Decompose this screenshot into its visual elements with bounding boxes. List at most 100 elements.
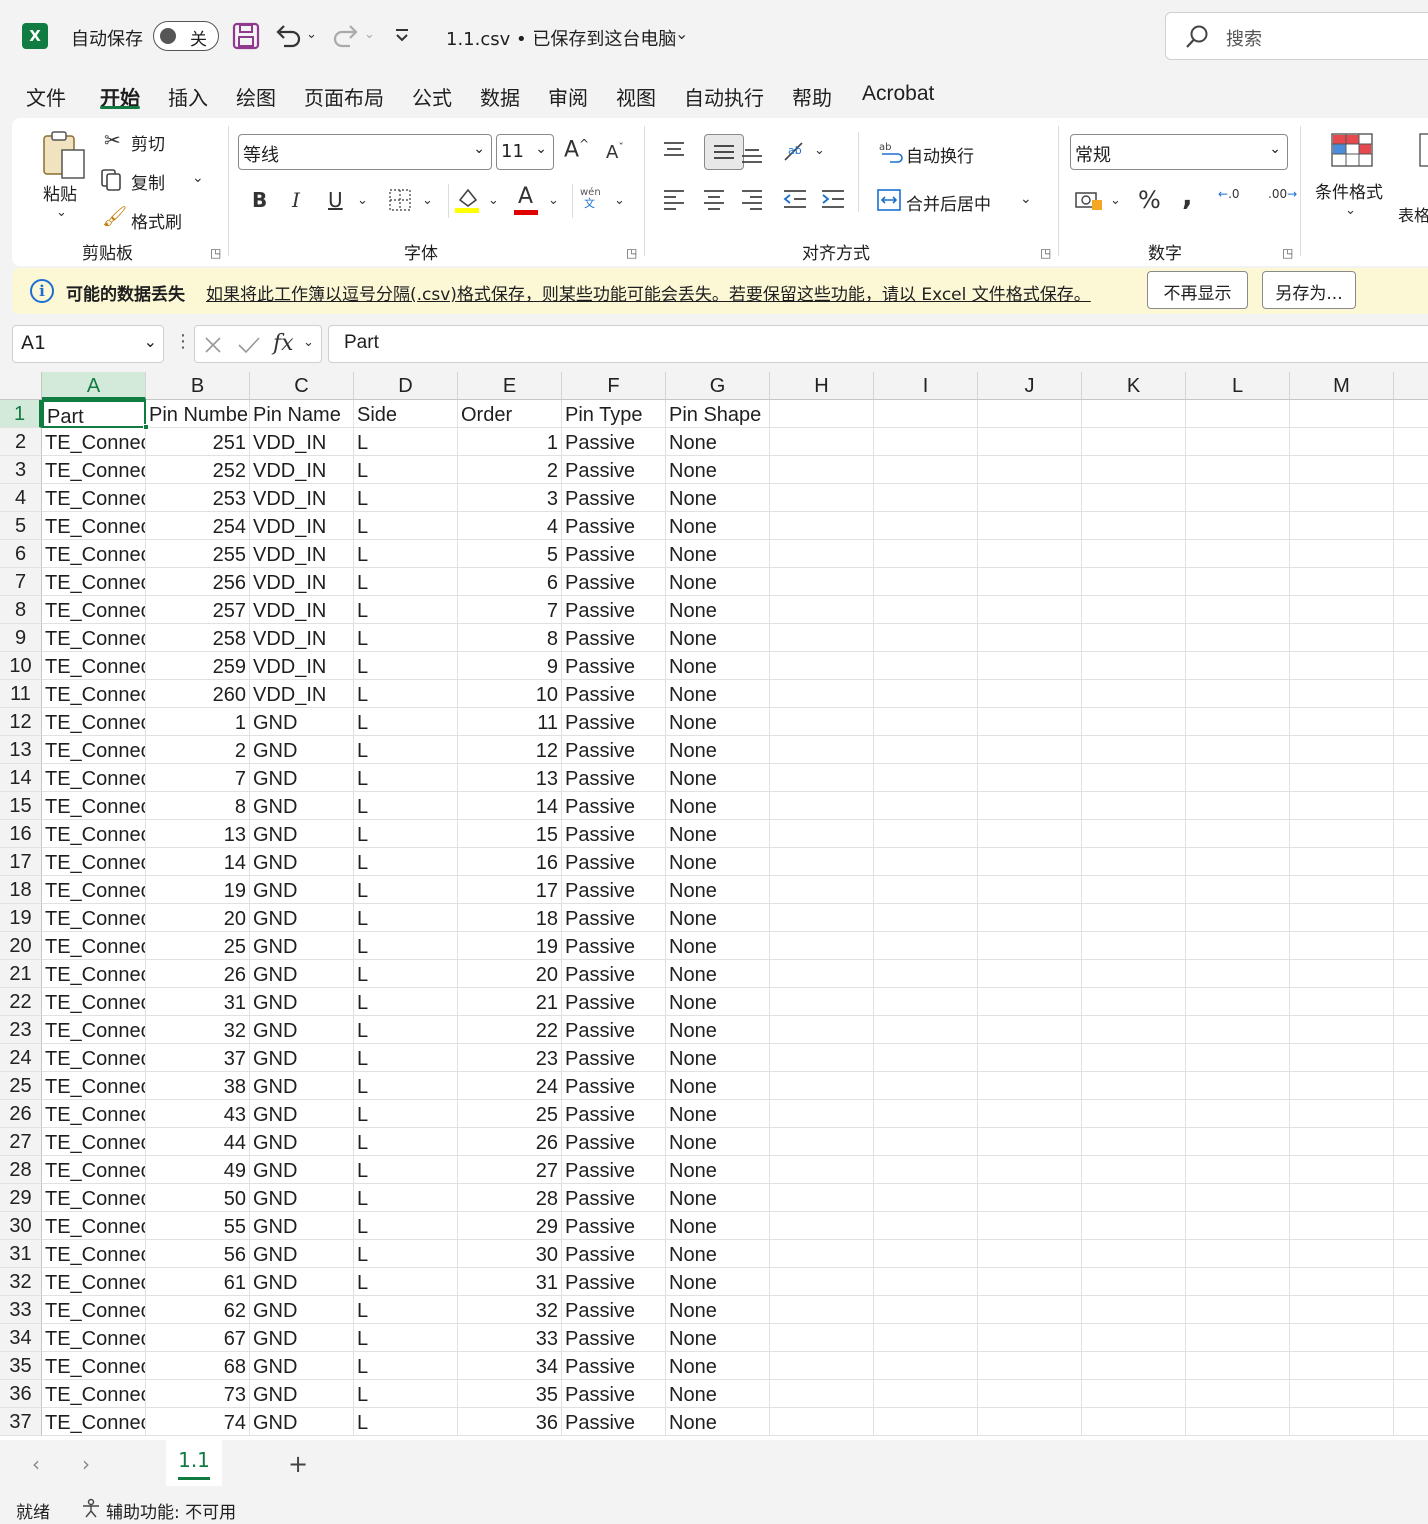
cancel-icon[interactable] bbox=[203, 335, 223, 355]
cell[interactable] bbox=[978, 1240, 1082, 1268]
cell[interactable] bbox=[1186, 1240, 1290, 1268]
cell[interactable] bbox=[1186, 708, 1290, 736]
cell[interactable]: Order bbox=[458, 400, 562, 428]
cell[interactable]: TE_Connec bbox=[42, 820, 146, 848]
cell[interactable] bbox=[874, 540, 978, 568]
cell[interactable] bbox=[978, 568, 1082, 596]
fx-dropdown-icon[interactable]: ⌄ bbox=[303, 336, 314, 349]
wrap-text-icon[interactable]: ab bbox=[878, 140, 904, 164]
cell[interactable]: Passive bbox=[562, 764, 666, 792]
cell[interactable] bbox=[874, 1296, 978, 1324]
cell[interactable] bbox=[1394, 540, 1428, 568]
cell[interactable]: Passive bbox=[562, 1324, 666, 1352]
cell[interactable] bbox=[874, 484, 978, 512]
cell[interactable]: TE_Connec bbox=[42, 512, 146, 540]
cell[interactable] bbox=[1186, 1352, 1290, 1380]
column-header[interactable]: M bbox=[1290, 372, 1394, 400]
cell[interactable]: 17 bbox=[458, 876, 562, 904]
cell[interactable] bbox=[770, 708, 874, 736]
cell[interactable] bbox=[1186, 988, 1290, 1016]
cell[interactable] bbox=[1082, 512, 1186, 540]
cell[interactable] bbox=[874, 1100, 978, 1128]
cell[interactable] bbox=[1290, 1408, 1394, 1436]
cell[interactable]: None bbox=[666, 680, 770, 708]
cell[interactable]: L bbox=[354, 1016, 458, 1044]
number-format-select[interactable]: 常规 ⌄ bbox=[1070, 134, 1288, 170]
cell[interactable]: L bbox=[354, 456, 458, 484]
cell[interactable]: L bbox=[354, 1408, 458, 1436]
cell[interactable] bbox=[874, 820, 978, 848]
cell[interactable] bbox=[978, 1044, 1082, 1072]
row-header[interactable]: 25 bbox=[0, 1072, 42, 1100]
cell[interactable] bbox=[770, 1128, 874, 1156]
cell[interactable]: None bbox=[666, 1296, 770, 1324]
cell[interactable] bbox=[874, 792, 978, 820]
cell[interactable] bbox=[874, 652, 978, 680]
cell[interactable] bbox=[1186, 456, 1290, 484]
cell[interactable] bbox=[770, 1016, 874, 1044]
cell[interactable]: TE_Connec bbox=[42, 764, 146, 792]
cell[interactable]: GND bbox=[250, 764, 354, 792]
cell[interactable] bbox=[1186, 540, 1290, 568]
format-as-table-button[interactable]: 表格 bbox=[1398, 202, 1428, 226]
underline-button[interactable]: U bbox=[328, 190, 343, 210]
row-header[interactable]: 17 bbox=[0, 848, 42, 876]
clipboard-launcher-icon[interactable]: ◳ bbox=[210, 246, 221, 260]
cell[interactable]: 253 bbox=[146, 484, 250, 512]
cell[interactable]: GND bbox=[250, 1212, 354, 1240]
cell[interactable] bbox=[1082, 1072, 1186, 1100]
cell[interactable] bbox=[1082, 400, 1186, 428]
cell[interactable] bbox=[874, 960, 978, 988]
cell[interactable]: TE_Connec bbox=[42, 568, 146, 596]
cell[interactable]: 74 bbox=[146, 1408, 250, 1436]
cell[interactable] bbox=[1082, 1324, 1186, 1352]
cell[interactable] bbox=[770, 1268, 874, 1296]
cell[interactable]: Passive bbox=[562, 652, 666, 680]
cell[interactable] bbox=[1082, 484, 1186, 512]
cell[interactable] bbox=[770, 596, 874, 624]
cell[interactable] bbox=[1082, 708, 1186, 736]
cell[interactable] bbox=[1082, 736, 1186, 764]
cell[interactable]: Passive bbox=[562, 484, 666, 512]
cell[interactable]: TE_Connec bbox=[42, 848, 146, 876]
cell[interactable]: GND bbox=[250, 1072, 354, 1100]
name-box[interactable]: A1 ⌄ bbox=[12, 325, 164, 363]
cell[interactable]: 43 bbox=[146, 1100, 250, 1128]
cell[interactable] bbox=[978, 1352, 1082, 1380]
cell[interactable]: 259 bbox=[146, 652, 250, 680]
more-options-icon[interactable]: ⋮ bbox=[174, 333, 192, 351]
column-header[interactable]: K bbox=[1082, 372, 1186, 400]
cell[interactable]: None bbox=[666, 792, 770, 820]
cell[interactable] bbox=[1082, 1156, 1186, 1184]
tab-help[interactable]: 帮助 bbox=[792, 82, 832, 111]
row-header[interactable]: 27 bbox=[0, 1128, 42, 1156]
cell[interactable] bbox=[1290, 736, 1394, 764]
cell[interactable]: 1 bbox=[458, 428, 562, 456]
cell[interactable]: 28 bbox=[458, 1184, 562, 1212]
cut-button[interactable]: 剪切 bbox=[131, 130, 165, 155]
cell[interactable] bbox=[978, 512, 1082, 540]
cell[interactable]: 31 bbox=[146, 988, 250, 1016]
cell[interactable]: Passive bbox=[562, 624, 666, 652]
row-header[interactable]: 33 bbox=[0, 1296, 42, 1324]
row-header[interactable]: 23 bbox=[0, 1016, 42, 1044]
cell[interactable] bbox=[770, 792, 874, 820]
cell[interactable]: TE_Connec bbox=[42, 428, 146, 456]
cell[interactable] bbox=[874, 1044, 978, 1072]
cell[interactable]: TE_Connec bbox=[42, 932, 146, 960]
align-left-icon[interactable] bbox=[662, 188, 686, 210]
cell[interactable] bbox=[1394, 1016, 1428, 1044]
cell[interactable]: TE_Connec bbox=[42, 960, 146, 988]
cell[interactable]: 7 bbox=[146, 764, 250, 792]
cell[interactable] bbox=[1394, 792, 1428, 820]
fill-handle[interactable] bbox=[143, 424, 149, 430]
row-header[interactable]: 3 bbox=[0, 456, 42, 484]
merge-dropdown-icon[interactable]: ⌄ bbox=[1020, 192, 1032, 206]
cell[interactable] bbox=[770, 624, 874, 652]
active-cell[interactable]: Part bbox=[42, 400, 146, 428]
cell[interactable]: 32 bbox=[146, 1016, 250, 1044]
cell[interactable]: None bbox=[666, 876, 770, 904]
underline-dropdown-icon[interactable]: ⌄ bbox=[357, 194, 368, 207]
cell[interactable]: Pin Name bbox=[250, 400, 354, 428]
cell[interactable]: TE_Connec bbox=[42, 1044, 146, 1072]
